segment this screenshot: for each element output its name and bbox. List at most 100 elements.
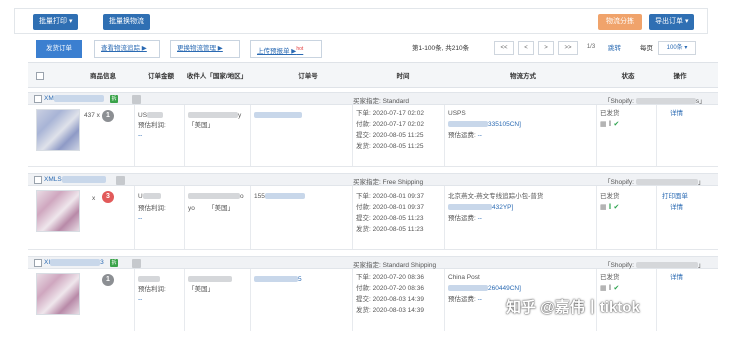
detail-link[interactable]: 详情 xyxy=(670,109,683,119)
pager-last-button[interactable]: >> xyxy=(558,41,578,55)
quantity-badge: 3 xyxy=(102,191,114,203)
order-amount: US xyxy=(138,111,164,121)
detail-link[interactable]: 详情 xyxy=(670,273,683,283)
tracking-number[interactable]: 260449CN] xyxy=(448,284,521,294)
order-status: 已发货 xyxy=(600,193,620,200)
order-status: 已发货 xyxy=(600,110,620,117)
profit-value: -- xyxy=(138,296,143,303)
logistics-split-button[interactable]: 物流分拣 xyxy=(598,14,642,30)
time-shipped: 发货: 2020-08-03 14:39 xyxy=(356,307,424,314)
col-product: 商品信息 xyxy=(90,72,116,80)
time-paid: 付款: 2020-07-17 02:02 xyxy=(356,121,424,128)
tab-shipped-orders[interactable]: 发货订单 xyxy=(36,40,82,58)
product-image[interactable] xyxy=(36,273,80,315)
batch-change-logistics-button[interactable]: 批量换物流 xyxy=(103,14,150,30)
product-qty: 437 x xyxy=(84,112,100,119)
time-paid: 付款: 2020-08-01 09:37 xyxy=(356,204,424,211)
order-number[interactable]: 5 xyxy=(254,275,302,285)
detail-link[interactable]: 详情 xyxy=(670,203,683,213)
order-id[interactable]: XM xyxy=(44,95,104,102)
time-submitted: 提交: 2020-08-05 11:23 xyxy=(356,215,424,222)
pager-summary: 第1-100条, 共210条 xyxy=(412,45,470,52)
pager-first-button[interactable]: << xyxy=(494,41,514,55)
time-shipped: 发货: 2020-08-05 11:23 xyxy=(356,226,424,233)
freight-estimate: 预估运费: -- xyxy=(448,296,482,303)
order-header: XMLS 买家指定: Free Shipping 「Shopify: 」 xyxy=(28,173,718,186)
table-header: 商品信息 订单金额 收件人「国家/地区」 订单号 时间 物流方式 状态 操作 xyxy=(28,62,718,88)
time-submitted: 提交: 2020-08-03 14:39 xyxy=(356,296,424,303)
order-checkbox[interactable] xyxy=(34,259,42,267)
profit-label: 预估利润: xyxy=(138,122,166,129)
tracking-number[interactable]: 432YP] xyxy=(448,203,513,213)
col-shipping: 物流方式 xyxy=(510,72,536,80)
time-order: 下单: 2020-08-01 09:37 xyxy=(356,193,424,200)
print-label-link[interactable]: 打印面单 xyxy=(662,192,688,202)
freight-estimate: 预估运费: -- xyxy=(448,215,482,222)
order-checkbox[interactable] xyxy=(34,95,42,103)
quantity-badge: 1 xyxy=(102,274,114,286)
pager-next-button[interactable]: > xyxy=(538,41,554,55)
order-number[interactable]: 155 xyxy=(254,192,305,202)
table-row: 437 x 1 US 预估利润: -- y 「美国」 下单: 2020-07-1… xyxy=(28,105,718,167)
edit-icon: ✔ xyxy=(613,285,622,292)
col-action: 操作 xyxy=(673,72,687,80)
status-icons[interactable]: ▦‖✔ xyxy=(600,203,621,211)
flag-icon xyxy=(132,95,141,104)
table-row: x 3 U 预估利润: -- o yo 「美国」 155 下单: 2020-08… xyxy=(28,186,718,250)
split-tag: 拆 xyxy=(110,95,118,103)
time-order: 下单: 2020-07-20 08:36 xyxy=(356,274,424,281)
product-qty: x xyxy=(92,195,96,202)
quantity-badge: 1 xyxy=(102,110,114,122)
product-image[interactable] xyxy=(36,109,80,151)
product-image[interactable] xyxy=(36,190,80,232)
buyer-specified: 买家指定: Free Shipping xyxy=(353,179,424,186)
col-amount: 订单金额 xyxy=(148,72,174,80)
shop-name: 「Shopify: 」 xyxy=(604,179,705,186)
profit-label: 预估利润: xyxy=(138,286,166,293)
profit-value: -- xyxy=(138,215,143,222)
order-checkbox[interactable] xyxy=(34,176,42,184)
order-header: XM 拆 买家指定: Standard 「Shopify: s」 xyxy=(28,92,718,105)
time-order: 下单: 2020-07-17 02:02 xyxy=(356,110,424,117)
tab-logistics-management[interactable]: 更换物流管理 ▶ xyxy=(170,40,240,58)
pager-prev-button[interactable]: < xyxy=(518,41,534,55)
col-time: 时间 xyxy=(396,72,410,80)
flag-icon xyxy=(116,176,125,185)
recipient-country: 「美国」 xyxy=(208,205,234,212)
shop-name: 「Shopify: s」 xyxy=(604,98,706,105)
pager-page-indicator: 1/3 xyxy=(582,41,600,55)
order-status: 已发货 xyxy=(600,274,620,281)
status-icons[interactable]: ▦‖✔ xyxy=(600,120,621,128)
per-page-select[interactable]: 100条 ▾ xyxy=(658,41,696,55)
buyer-specified: 买家指定: Standard xyxy=(353,98,410,105)
recipient-country: 「美国」 xyxy=(188,122,214,129)
status-icons[interactable]: ▦‖✔ xyxy=(600,284,621,292)
flag-icon xyxy=(132,259,141,268)
tab-upload-forecast[interactable]: 上传预报单 ▶hot xyxy=(250,40,322,58)
select-all-checkbox[interactable] xyxy=(36,72,44,80)
shop-name: 「Shopify: 」 xyxy=(604,262,705,269)
export-orders-button[interactable]: 导出订单 ▾ xyxy=(649,14,695,30)
carrier: USPS xyxy=(448,110,466,117)
recipient-name xyxy=(188,275,232,285)
freight-estimate: 预估运费: -- xyxy=(448,132,482,139)
toolbar: 批量打印 ▾ 批量换物流 物流分拣 导出订单 ▾ xyxy=(14,8,708,34)
time-submitted: 提交: 2020-08-05 11:25 xyxy=(356,132,424,139)
time-paid: 付款: 2020-07-20 08:36 xyxy=(356,285,424,292)
time-shipped: 发货: 2020-08-05 11:25 xyxy=(356,143,424,150)
profit-label: 预估利润: xyxy=(138,205,166,212)
print-icon: ▦ xyxy=(600,121,609,128)
pager-jump-link[interactable]: 跳转 xyxy=(608,42,621,56)
batch-print-button[interactable]: 批量打印 ▾ xyxy=(33,14,79,30)
order-number[interactable] xyxy=(254,111,302,121)
tab-logistics-tracking[interactable]: 查看物流追踪 ▶ xyxy=(94,40,160,58)
tracking-number[interactable]: 335105CN] xyxy=(448,120,521,130)
order-id[interactable]: XMLS xyxy=(44,176,106,183)
print-icon: ▦ xyxy=(600,285,609,292)
recipient-name: y xyxy=(188,111,241,121)
per-page-label: 每页 xyxy=(640,45,653,52)
order-id[interactable]: XI 3 xyxy=(44,259,104,266)
order-header: XI 3 拆 买家指定: Standard Shipping 「Shopify: … xyxy=(28,256,718,269)
carrier: China Post xyxy=(448,274,480,281)
carrier: 北京燕文-燕文专线追踪小包-普货 xyxy=(448,193,544,200)
